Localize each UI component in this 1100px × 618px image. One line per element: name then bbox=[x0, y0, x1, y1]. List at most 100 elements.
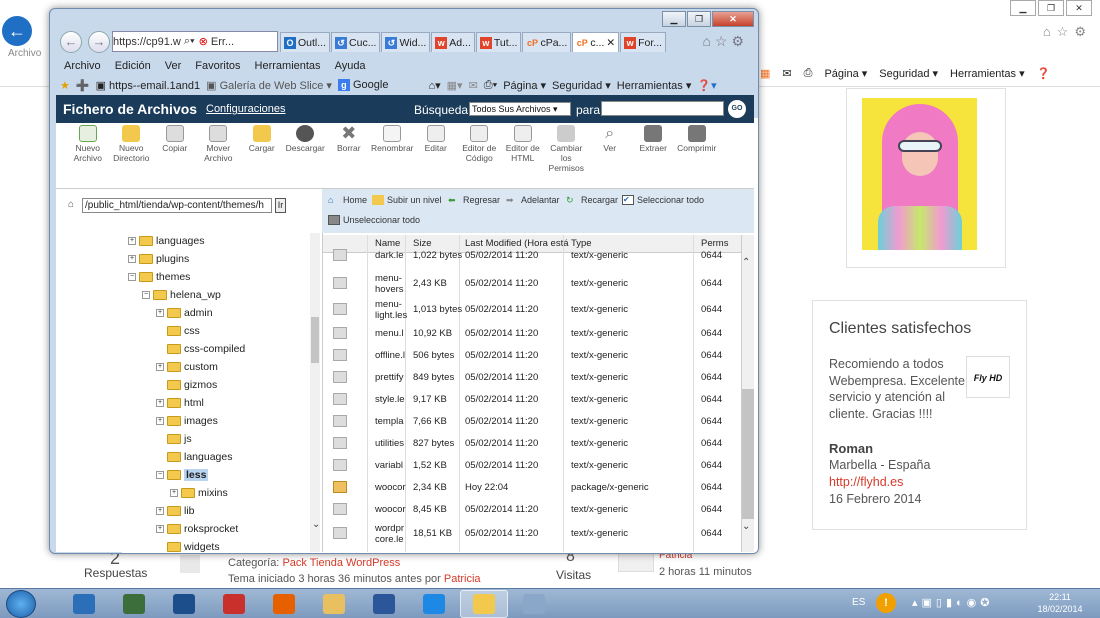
rss-icon[interactable]: ▦▾ bbox=[447, 79, 463, 92]
new-folder-button[interactable]: Nuevo Directorio bbox=[110, 123, 154, 188]
menu-favoritos[interactable]: Favoritos bbox=[195, 60, 240, 72]
tab-cuc[interactable]: ↺ Cuc... bbox=[331, 32, 381, 52]
html-editor-button[interactable]: Editor de HTML bbox=[501, 123, 545, 188]
table-row[interactable]: variabl 1,52 KB 05/02/2014 11:20 text/x-gen… bbox=[323, 455, 741, 477]
firefox-app-button[interactable] bbox=[260, 590, 308, 618]
back-icon[interactable]: ← bbox=[60, 31, 82, 53]
close-icon[interactable]: ✕ bbox=[1066, 0, 1092, 16]
tab-cpanel[interactable]: cP cPa... bbox=[522, 32, 572, 52]
forward-button[interactable]: ➡ Adelantar bbox=[506, 195, 560, 205]
cmd-herramientas[interactable]: Herramientas ▾ bbox=[617, 79, 692, 92]
chevron-down-icon[interactable]: ⌄ bbox=[312, 519, 320, 530]
fav-google[interactable]: g Google bbox=[337, 79, 388, 91]
favorites-star-icon[interactable]: ★ bbox=[60, 79, 70, 92]
check-app-button[interactable] bbox=[60, 590, 108, 618]
minimize-icon[interactable]: ▁ bbox=[662, 11, 686, 27]
print-icon[interactable]: ⎙▾ bbox=[484, 79, 497, 92]
tab-wid[interactable]: ↺ Wid... bbox=[381, 32, 431, 52]
help-icon[interactable]: ❓▾ bbox=[697, 79, 716, 92]
ie-toolbar-icons[interactable]: ⌂☆⚙ bbox=[702, 33, 748, 50]
upload-button[interactable]: Cargar bbox=[240, 123, 284, 188]
new-file-button[interactable]: Nuevo Archivo bbox=[66, 123, 110, 188]
copy-button[interactable]: Copiar bbox=[153, 123, 197, 188]
bg-cmd-seguridad[interactable]: Seguridad ▾ bbox=[879, 67, 938, 80]
close-tab-icon[interactable]: ✕ bbox=[606, 37, 615, 49]
tab-tut[interactable]: w Tut... bbox=[475, 32, 522, 52]
tree-node-selected[interactable]: − less bbox=[156, 469, 209, 481]
search-input[interactable] bbox=[601, 101, 724, 116]
table-row[interactable]: menu.l 10,92 KB 05/02/2014 11:20 text/x-gen… bbox=[323, 323, 741, 345]
author-link[interactable]: Patricia bbox=[444, 573, 481, 585]
mail-icon[interactable]: ✉ bbox=[782, 67, 791, 80]
table-row[interactable]: woocor 2,34 KB Hoy 22:04 package/x-generic 0… bbox=[323, 477, 741, 499]
compress-button[interactable]: Comprimir bbox=[675, 123, 719, 188]
file-list-scroll-thumb[interactable] bbox=[742, 389, 754, 519]
monitor-app-button[interactable] bbox=[110, 590, 158, 618]
table-row[interactable]: offline.l 506 bytes 05/02/2014 11:20 text/x… bbox=[323, 345, 741, 367]
tree-node[interactable]: − themes bbox=[128, 271, 190, 283]
back-button[interactable]: ⬅ Regresar bbox=[448, 195, 500, 205]
clock[interactable]: 22:11 18/02/2014 bbox=[1032, 591, 1088, 615]
testimonial-link[interactable]: http://flyhd.es bbox=[829, 475, 903, 489]
go-button[interactable]: GO bbox=[728, 100, 746, 118]
path-input[interactable]: /public_html/tienda/wp-content/themes/h bbox=[82, 198, 272, 213]
warning-icon[interactable]: ! bbox=[876, 593, 896, 613]
explorer-app-button[interactable] bbox=[310, 590, 358, 618]
home-button[interactable]: ⌂ Home bbox=[328, 195, 367, 205]
tab-outlook[interactable]: O Outl... bbox=[280, 32, 331, 52]
category-link[interactable]: Pack Tienda WordPress bbox=[282, 557, 400, 569]
edit-button[interactable]: Editar bbox=[414, 123, 458, 188]
tab-cpanel-active[interactable]: cP c... ✕ bbox=[572, 32, 620, 52]
tree-node[interactable]: widgets bbox=[167, 541, 220, 552]
code-editor-button[interactable]: Editor de Código bbox=[458, 123, 502, 188]
chevron-down-icon[interactable]: ⌄ bbox=[742, 521, 750, 532]
forward-icon[interactable]: → bbox=[88, 31, 110, 53]
help-icon[interactable]: ❓ bbox=[1037, 67, 1051, 80]
menu-herramientas[interactable]: Herramientas bbox=[255, 60, 321, 72]
address-bar[interactable]: cP https://cp91.w ⌕▾ ⊗ Err... bbox=[112, 31, 758, 553]
rss-icon[interactable]: ▦ bbox=[760, 67, 770, 80]
unselect-all-button[interactable]: Unseleccionar todo bbox=[328, 215, 420, 225]
tree-scroll-thumb[interactable] bbox=[311, 317, 319, 363]
minimize-icon[interactable]: ▁ bbox=[1010, 0, 1036, 16]
tree-node[interactable]: + admin bbox=[156, 307, 213, 319]
extract-button[interactable]: Extraer bbox=[632, 123, 676, 188]
mail-icon[interactable]: ✉ bbox=[469, 79, 478, 92]
start-button[interactable] bbox=[6, 590, 36, 618]
restore-icon[interactable]: ❐ bbox=[1038, 0, 1064, 16]
hp-app-button[interactable] bbox=[160, 590, 208, 618]
calc-app-button[interactable] bbox=[510, 590, 558, 618]
tab-forum[interactable]: w For... bbox=[620, 32, 667, 52]
table-row[interactable]: menu-light.les 1,013 bytes 05/02/2014 11:2… bbox=[323, 299, 741, 321]
tree-node[interactable]: + images bbox=[156, 415, 218, 427]
language-indicator[interactable]: ES bbox=[852, 597, 865, 608]
address-text[interactable]: https://cp91.w bbox=[113, 36, 181, 48]
select-all-button[interactable]: ✔ Seleccionar todo bbox=[622, 195, 704, 205]
tree-node[interactable]: css-compiled bbox=[167, 343, 245, 355]
permissions-button[interactable]: Cambiar los Permisos bbox=[545, 123, 589, 188]
move-button[interactable]: Mover Archivo bbox=[197, 123, 241, 188]
shield-app-button[interactable] bbox=[460, 590, 508, 618]
search-scope-select[interactable]: Todos Sus Archivos ▾ bbox=[469, 102, 571, 116]
tree-node[interactable]: languages bbox=[167, 451, 232, 463]
background-ie-icons[interactable]: ⌂☆⚙ bbox=[1043, 24, 1092, 40]
tree-node[interactable]: − helena_wp bbox=[142, 289, 221, 301]
tree-node[interactable]: + plugins bbox=[128, 253, 189, 265]
up-level-button[interactable]: Subir un nivel bbox=[372, 195, 442, 205]
close-icon[interactable]: ✕ bbox=[712, 11, 754, 27]
print-icon[interactable]: ⎙ bbox=[804, 67, 813, 80]
table-row[interactable]: style.le 9,17 KB 05/02/2014 11:20 text/x-ge… bbox=[323, 389, 741, 411]
menu-edicion[interactable]: Edición bbox=[115, 60, 151, 72]
menu-ver[interactable]: Ver bbox=[165, 60, 182, 72]
table-row[interactable]: woocor 8,45 KB 05/02/2014 11:20 text/x-gene… bbox=[323, 499, 741, 521]
tree-node[interactable]: + languages bbox=[128, 235, 204, 247]
tree-node[interactable]: + custom bbox=[156, 361, 218, 373]
search-dropdown-icon[interactable]: ⌕▾ bbox=[184, 35, 195, 48]
delete-button[interactable]: ✖ Borrar bbox=[327, 123, 371, 188]
reload-button[interactable]: ↻ Recargar bbox=[566, 195, 618, 205]
chevron-up-icon[interactable]: ⌃ bbox=[742, 257, 750, 268]
table-row[interactable]: templa 7,66 KB 05/02/2014 11:20 text/x-gene… bbox=[323, 411, 741, 433]
path-go-button[interactable]: Ir bbox=[275, 198, 286, 213]
pdf-app-button[interactable] bbox=[210, 590, 258, 618]
add-favorite-icon[interactable]: ➕ bbox=[76, 79, 90, 92]
